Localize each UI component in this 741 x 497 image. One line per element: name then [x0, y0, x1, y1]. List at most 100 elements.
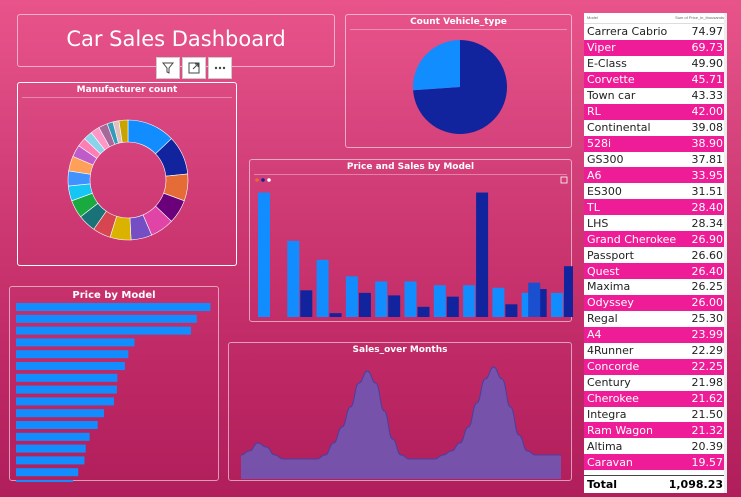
model-cell: 4Runner	[587, 344, 634, 358]
table-row[interactable]: Viper 69.73	[584, 39, 727, 56]
price-cell: 31.51	[691, 184, 724, 198]
price-by-model-bar-chart[interactable]	[10, 287, 220, 482]
table-row[interactable]: 528i 38.90	[584, 135, 727, 152]
price-by-model-bar[interactable]	[16, 456, 85, 465]
manufacturer-count-panel[interactable]: Manufacturer count	[17, 82, 237, 266]
table-row[interactable]: Passport 26.60	[584, 247, 727, 263]
table-header: Model Sum of Price_in_thousands	[584, 13, 727, 24]
table-row[interactable]: Odyssey 26.00	[584, 294, 727, 311]
price-sales-bar[interactable]	[417, 306, 430, 317]
price-by-model-bar[interactable]	[16, 432, 90, 441]
price-sales-bar[interactable]	[287, 240, 300, 317]
price-sales-bar[interactable]	[528, 282, 541, 317]
table-row[interactable]: Ram Wagon 21.32	[584, 422, 727, 439]
price-cell: 43.33	[691, 89, 724, 103]
pie-slice[interactable]	[413, 40, 460, 91]
model-cell: Town car	[587, 89, 636, 103]
price-sales-bar[interactable]	[463, 285, 476, 317]
table-row[interactable]: A6 33.95	[584, 167, 727, 184]
model-cell: Integra	[587, 407, 627, 421]
price-by-model-bar[interactable]	[16, 338, 135, 347]
table-row[interactable]: Continental 39.08	[584, 120, 727, 136]
table-row[interactable]: Maxima 26.25	[584, 279, 727, 295]
table-row[interactable]: RL 42.00	[584, 103, 727, 120]
table-row[interactable]: Concorde 22.25	[584, 358, 727, 375]
table-row[interactable]: Caravan 19.57	[584, 454, 727, 471]
table-row[interactable]: Cherokee 21.62	[584, 390, 727, 407]
price-cell: 26.25	[691, 280, 724, 294]
table-row[interactable]: Town car 43.33	[584, 88, 727, 104]
table-row[interactable]: E-Class 49.90	[584, 56, 727, 72]
dashboard-title: Car Sales Dashboard	[66, 27, 286, 51]
price-cell: 39.08	[691, 121, 724, 135]
price-by-model-bar[interactable]	[16, 326, 191, 335]
price-by-model-bar[interactable]	[16, 350, 129, 359]
price-by-model-panel[interactable]: Price by Model	[9, 286, 220, 482]
price-sales-bar[interactable]	[388, 295, 401, 317]
price-by-model-bar[interactable]	[16, 421, 98, 429]
table-row[interactable]: Century 21.98	[584, 375, 727, 391]
price-sales-bar[interactable]	[404, 281, 417, 317]
price-by-model-bar[interactable]	[16, 444, 86, 453]
table-row[interactable]: GS300 37.81	[584, 152, 727, 168]
price-by-model-bar[interactable]	[16, 303, 211, 311]
manufacturer-donut-chart[interactable]	[18, 83, 238, 267]
price-by-model-bar[interactable]	[16, 480, 74, 482]
sales-area-fill[interactable]	[241, 367, 561, 479]
price-sales-bar[interactable]	[492, 287, 505, 317]
table-row[interactable]: Carrera Cabrio 74.97	[584, 24, 727, 40]
price-sales-bar[interactable]	[258, 192, 270, 317]
price-by-model-bar[interactable]	[16, 362, 125, 370]
table-row[interactable]: Altima 20.39	[584, 438, 727, 454]
more-options-icon[interactable]	[208, 57, 232, 79]
sales-over-months-panel[interactable]: Sales_over Months	[228, 342, 572, 481]
price-sales-bar[interactable]	[505, 304, 518, 317]
price-sales-bar[interactable]	[551, 292, 563, 317]
table-total-row: Total 1,098.23	[584, 475, 727, 493]
vehicle-type-pie-chart[interactable]	[346, 15, 573, 149]
price-cell: 21.98	[691, 376, 724, 390]
price-sales-bar[interactable]	[358, 292, 371, 317]
sales-area-chart[interactable]	[229, 343, 573, 482]
focus-mode-icon[interactable]	[182, 57, 206, 79]
price-sales-bar[interactable]	[446, 296, 459, 317]
model-cell: ES300	[587, 184, 622, 198]
model-cell: TL	[587, 200, 600, 214]
table-row[interactable]: Corvette 45.71	[584, 71, 727, 88]
model-cell: A4	[587, 328, 602, 342]
table-row[interactable]: Regal 25.30	[584, 311, 727, 327]
price-by-model-bar[interactable]	[16, 385, 117, 394]
price-sales-bar[interactable]	[345, 276, 358, 317]
price-cell: 74.97	[691, 25, 724, 39]
table-row[interactable]: Quest 26.40	[584, 263, 727, 279]
model-cell: Regal	[587, 312, 618, 326]
column-header-price[interactable]: Sum of Price_in_thousands	[675, 15, 724, 23]
table-row[interactable]: Grand Cherokee 26.90	[584, 231, 727, 248]
model-cell: Grand Cherokee	[587, 232, 677, 246]
table-row[interactable]: LHS 28.34	[584, 215, 727, 231]
price-by-model-bar[interactable]	[16, 468, 79, 477]
table-scrollbar[interactable]	[724, 13, 727, 493]
table-row[interactable]: A4 23.99	[584, 326, 727, 343]
column-header-model[interactable]: Model	[587, 15, 675, 23]
price-by-model-bar[interactable]	[16, 314, 197, 323]
price-sales-panel[interactable]: Price and Sales by Model	[249, 159, 573, 323]
price-sales-bar[interactable]	[300, 290, 313, 317]
price-sales-bar[interactable]	[564, 266, 573, 317]
price-sales-bar[interactable]	[375, 281, 388, 317]
price-table[interactable]: Model Sum of Price_in_thousands Carrera …	[584, 13, 727, 493]
price-by-model-bar[interactable]	[16, 409, 105, 418]
table-row[interactable]: 4Runner 22.29	[584, 343, 727, 359]
price-sales-bar[interactable]	[329, 313, 342, 317]
table-row[interactable]: ES300 31.51	[584, 183, 727, 199]
price-sales-bar-chart[interactable]	[250, 160, 573, 323]
price-by-model-bar[interactable]	[16, 397, 115, 406]
vehicle-type-panel[interactable]: Count Vehicle_type	[345, 14, 572, 148]
filter-icon[interactable]	[156, 57, 180, 79]
price-sales-bar[interactable]	[476, 192, 489, 317]
price-by-model-bar[interactable]	[16, 373, 118, 382]
price-sales-bar[interactable]	[316, 259, 329, 317]
price-sales-bar[interactable]	[433, 285, 446, 317]
table-row[interactable]: Integra 21.50	[584, 407, 727, 423]
table-row[interactable]: TL 28.40	[584, 199, 727, 216]
